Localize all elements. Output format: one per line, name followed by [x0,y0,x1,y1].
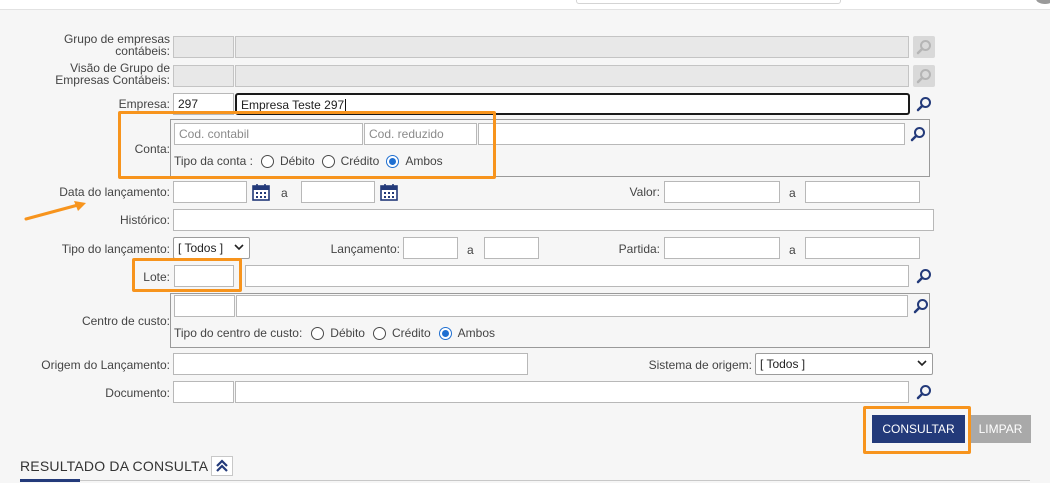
lote-descricao-input[interactable] [245,265,909,287]
empresa-search-icon[interactable] [913,93,935,115]
valor-range-separator: a [789,186,796,200]
centro-custo-ambos-radio[interactable] [438,326,452,340]
centro-custo-debito-radio[interactable] [311,326,325,340]
sistema-origem-value: [ Todos ] [760,357,806,371]
lancamento-label: Lançamento: [330,242,400,256]
partida-fim-input[interactable] [805,237,920,259]
lancamento-fim-input[interactable] [484,237,539,259]
conta-highlight-box [118,111,496,179]
lote-highlight-box [132,258,242,292]
top-header-bar [0,0,1050,10]
centro-custo-label: Centro de custo: [81,314,170,328]
partida-range-separator: a [789,243,796,257]
grupo-empresas-code-input [173,36,234,58]
resultado-tab-indicator [20,479,80,482]
visao-grupo-label: Visão de Grupo de Empresas Contábeis: [40,62,170,86]
centro-custo-code-input[interactable] [174,295,235,317]
data-inicio-calendar-icon[interactable] [252,183,270,204]
data-lancamento-fim-input[interactable] [301,181,375,203]
origem-lancamento-label: Origem do Lançamento: [41,358,170,372]
centro-custo-search-icon[interactable] [910,295,932,317]
resultado-title: RESULTADO DA CONSULTA [20,458,209,474]
chevron-double-up-icon [216,459,228,472]
chevron-down-icon [234,244,244,251]
historico-input[interactable] [173,209,934,231]
chevron-down-icon [917,360,927,367]
centro-custo-descricao-input[interactable] [236,295,908,317]
conta-descricao-input[interactable] [478,123,905,145]
centro-custo-tipo-label: Tipo do centro de custo: [174,326,303,340]
tipo-lancamento-select[interactable]: [ Todos ] [173,237,250,259]
lancamento-inicio-input[interactable] [403,237,458,259]
documento-search-icon[interactable] [913,381,935,403]
partida-label: Partida: [618,242,660,256]
valor-fim-input[interactable] [805,181,920,203]
top-search-box[interactable] [576,0,841,4]
sistema-origem-label: Sistema de origem: [648,358,752,372]
centro-custo-debito-label: Débito [330,326,365,340]
empresa-name-value: Empresa Teste 297 [241,98,345,112]
grupo-empresas-search-icon [913,36,935,58]
lote-search-icon[interactable] [913,265,935,287]
centro-custo-credito-radio[interactable] [372,326,386,340]
centro-custo-ambos-label: Ambos [457,326,496,340]
centro-custo-tipo-group: Tipo do centro de custo: Débito Crédito … [174,325,495,341]
empresa-label: Empresa: [118,97,170,111]
tipo-lancamento-value: [ Todos ] [178,241,224,255]
visao-grupo-label-line2: Empresas Contábeis: [55,73,170,87]
grupo-empresas-name-input [235,36,909,58]
valor-inicio-input[interactable] [664,181,780,203]
resultado-divider [20,480,1030,481]
historico-label: Histórico: [119,213,170,227]
limpar-button[interactable]: LIMPAR [970,415,1031,443]
grupo-empresas-label: Grupo de empresas contábeis: [40,33,170,57]
documento-descricao-input[interactable] [235,381,909,403]
data-fim-calendar-icon[interactable] [380,183,398,204]
visao-grupo-code-input [173,65,234,87]
grupo-empresas-label-line2: contábeis: [115,44,170,58]
documento-code-input[interactable] [173,381,234,403]
partida-inicio-input[interactable] [664,237,780,259]
lancamento-range-separator: a [467,243,474,257]
origem-lancamento-input[interactable] [173,353,528,375]
tipo-lancamento-label: Tipo do lançamento: [61,242,170,256]
conta-search-icon[interactable] [907,123,929,145]
valor-label: Valor: [629,185,660,199]
data-lancamento-inicio-input[interactable] [173,181,247,203]
consultar-highlight-box [863,406,971,454]
data-lancamento-label: Data do lançamento: [59,185,170,199]
visao-grupo-search-icon [913,65,935,87]
data-range-separator: a [281,186,288,200]
collapse-resultado-button[interactable] [211,456,233,476]
documento-label: Documento: [105,386,170,400]
centro-custo-credito-label: Crédito [391,326,431,340]
sistema-origem-select[interactable]: [ Todos ] [755,353,933,375]
visao-grupo-name-input [235,65,909,87]
